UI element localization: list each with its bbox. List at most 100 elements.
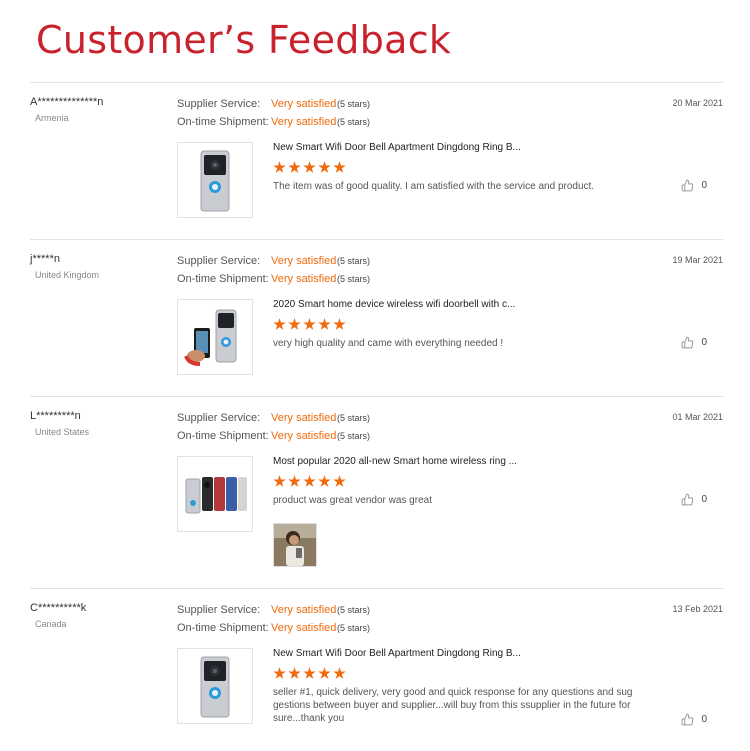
star-icon <box>303 161 316 173</box>
buyer-country: Armenia <box>35 113 69 123</box>
doorbell-with-phone-icon <box>184 309 237 366</box>
supplier-service-value: Very satisfied <box>271 412 337 424</box>
thumbs-up-icon <box>682 336 694 349</box>
review-date: 13 Feb 2021 <box>672 604 723 614</box>
buyer-name: j*****n <box>30 253 60 265</box>
shipment-stars: (5 stars) <box>337 431 371 441</box>
buyer-country: United States <box>35 427 90 437</box>
star-rating <box>273 161 346 174</box>
like-count: 0 <box>701 337 707 348</box>
buyer-name: L*********n <box>30 410 81 422</box>
shipment-stars: (5 stars) <box>337 274 371 284</box>
review-comment: product was great vendor was great <box>273 495 432 506</box>
buyer-info: A**************n Armenia <box>30 96 170 123</box>
product-thumbnail[interactable] <box>177 142 253 218</box>
product-thumbnail[interactable] <box>177 299 253 375</box>
buyer-info: L*********n United States <box>30 410 170 437</box>
product-title[interactable]: New Smart Wifi Door Bell Apartment Dingd… <box>273 142 521 153</box>
star-icon <box>273 318 286 330</box>
star-icon <box>333 667 346 679</box>
buyer-photo-thumbnail <box>274 524 316 566</box>
review-date: 01 Mar 2021 <box>672 412 723 422</box>
supplier-service-row: Supplier Service: Very satisfied (5 star… <box>177 98 497 112</box>
star-icon <box>318 475 331 487</box>
star-icon <box>318 667 331 679</box>
shipment-row: On-time Shipment: Very satisfied (5 star… <box>177 430 497 444</box>
doorbell-front-icon <box>200 656 230 718</box>
shipment-row: On-time Shipment: Very satisfied (5 star… <box>177 116 497 130</box>
review-date: 19 Mar 2021 <box>672 255 723 265</box>
star-icon <box>288 318 301 330</box>
review-item: j*****n United Kingdom Supplier Service:… <box>30 239 723 397</box>
star-icon <box>318 161 331 173</box>
star-icon <box>273 161 286 173</box>
supplier-service-stars: (5 stars) <box>337 413 371 423</box>
review-date: 20 Mar 2021 <box>672 98 723 108</box>
product-title[interactable]: New Smart Wifi Door Bell Apartment Dingd… <box>273 648 521 659</box>
like-count: 0 <box>701 180 707 191</box>
review-comment: The item was of good quality. I am satis… <box>273 181 595 192</box>
like-count: 0 <box>701 714 707 725</box>
star-icon <box>333 161 346 173</box>
doorbell-color-variants-icon <box>185 477 247 514</box>
star-rating <box>273 318 346 331</box>
shipment-label: On-time Shipment: <box>177 116 269 128</box>
supplier-service-value: Very satisfied <box>271 255 337 267</box>
star-icon <box>288 161 301 173</box>
supplier-service-label: Supplier Service: <box>177 604 261 616</box>
supplier-service-row: Supplier Service: Very satisfied (5 star… <box>177 412 497 426</box>
supplier-service-value: Very satisfied <box>271 98 337 110</box>
buyer-country: United Kingdom <box>35 270 100 280</box>
supplier-service-label: Supplier Service: <box>177 412 261 424</box>
shipment-label: On-time Shipment: <box>177 622 269 634</box>
shipment-stars: (5 stars) <box>337 117 371 127</box>
thumbs-up-icon <box>682 179 694 192</box>
supplier-service-value: Very satisfied <box>271 604 337 616</box>
supplier-service-stars: (5 stars) <box>337 605 371 615</box>
buyer-name: A**************n <box>30 96 104 108</box>
star-rating <box>273 475 346 488</box>
product-thumbnail[interactable] <box>177 456 253 532</box>
star-icon <box>303 667 316 679</box>
review-item: A**************n Armenia Supplier Servic… <box>30 82 723 240</box>
supplier-service-label: Supplier Service: <box>177 255 261 267</box>
product-title[interactable]: 2020 Smart home device wireless wifi doo… <box>273 299 515 310</box>
star-icon <box>318 318 331 330</box>
supplier-service-row: Supplier Service: Very satisfied (5 star… <box>177 604 497 618</box>
supplier-service-row: Supplier Service: Very satisfied (5 star… <box>177 255 497 269</box>
page-title: Customer’s Feedback <box>36 18 452 62</box>
buyer-name: C**********k <box>30 602 87 614</box>
product-title[interactable]: Most popular 2020 all-new Smart home wir… <box>273 456 517 467</box>
review-item: L*********n United States Supplier Servi… <box>30 396 723 589</box>
shipment-stars: (5 stars) <box>337 623 371 633</box>
like-button[interactable]: 0 <box>681 179 707 192</box>
star-icon <box>303 318 316 330</box>
like-button[interactable]: 0 <box>681 336 707 349</box>
buyer-info: C**********k Canada <box>30 602 170 629</box>
doorbell-front-icon <box>200 150 230 212</box>
thumbs-up-icon <box>682 493 694 506</box>
review-comment: very high quality and came with everythi… <box>273 338 504 349</box>
shipment-value: Very satisfied <box>271 273 337 285</box>
star-icon <box>333 475 346 487</box>
shipment-row: On-time Shipment: Very satisfied (5 star… <box>177 273 497 287</box>
like-count: 0 <box>701 494 707 505</box>
star-icon <box>288 667 301 679</box>
supplier-service-stars: (5 stars) <box>337 99 371 109</box>
star-icon <box>288 475 301 487</box>
shipment-row: On-time Shipment: Very satisfied (5 star… <box>177 622 497 636</box>
shipment-label: On-time Shipment: <box>177 430 269 442</box>
star-icon <box>273 667 286 679</box>
thumbs-up-icon <box>682 713 694 726</box>
star-icon <box>303 475 316 487</box>
buyer-info: j*****n United Kingdom <box>30 253 170 280</box>
shipment-value: Very satisfied <box>271 116 337 128</box>
buyer-photo[interactable] <box>273 523 317 567</box>
supplier-service-stars: (5 stars) <box>337 256 371 266</box>
shipment-value: Very satisfied <box>271 430 337 442</box>
star-rating <box>273 667 346 680</box>
product-thumbnail[interactable] <box>177 648 253 724</box>
like-button[interactable]: 0 <box>681 493 707 506</box>
like-button[interactable]: 0 <box>681 713 707 726</box>
review-comment: seller #1, quick delivery, very good and… <box>273 687 633 724</box>
